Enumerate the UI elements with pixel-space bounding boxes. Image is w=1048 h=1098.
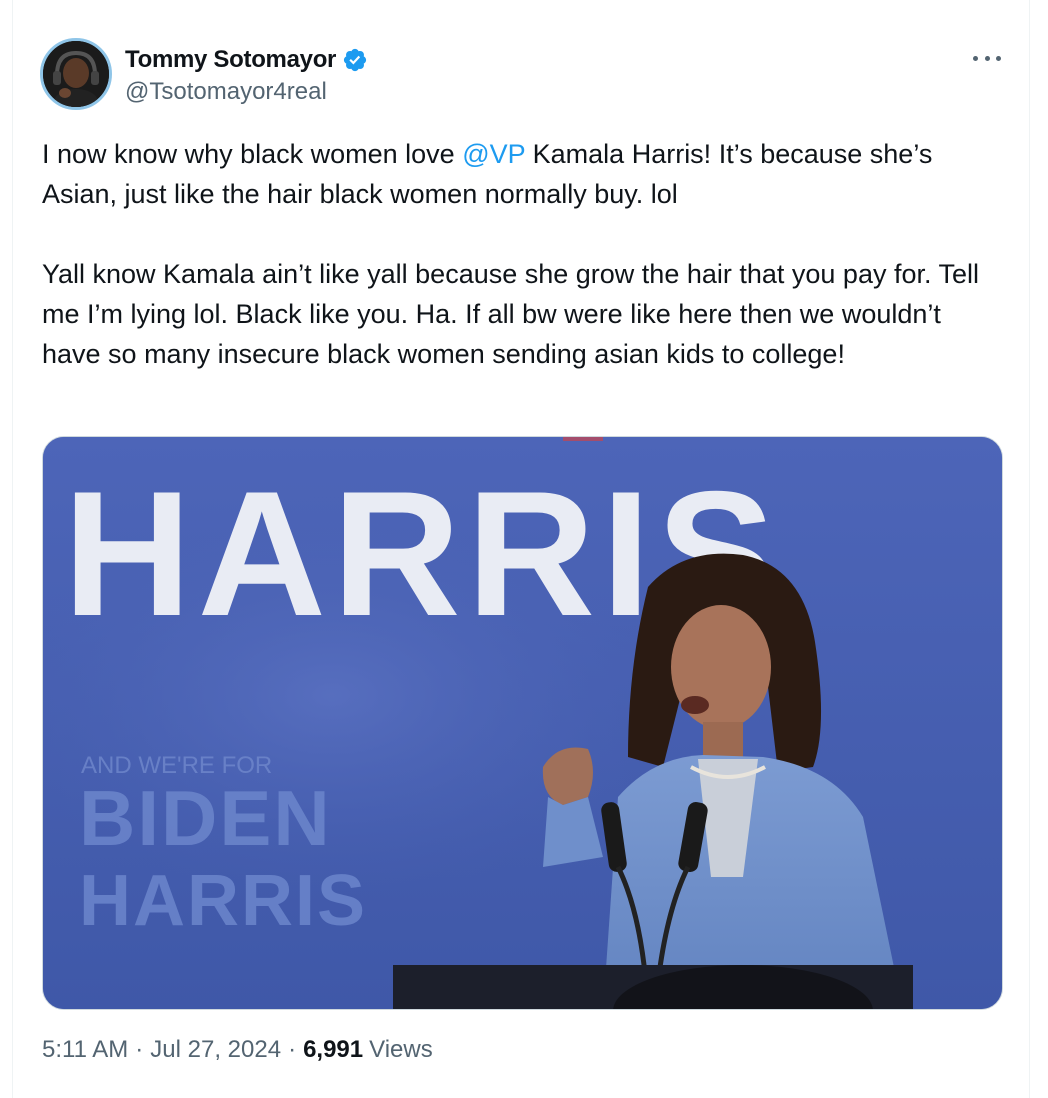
tweet-text: I now know why black women love @VP Kama… — [42, 134, 992, 374]
meta-separator: · — [288, 1036, 297, 1063]
avatar[interactable] — [40, 38, 112, 110]
tweet-date[interactable]: Jul 27, 2024 — [150, 1036, 281, 1064]
tweet-paragraph-2: Yall know Kamala ain’t like yall because… — [42, 259, 980, 369]
views-count: 6,991 — [303, 1036, 364, 1063]
verified-badge-icon[interactable] — [342, 47, 368, 73]
sign-small-top: BIDEN — [79, 774, 332, 862]
tweet-text-part: I now know why black women love — [42, 139, 463, 169]
author-name-row[interactable]: Tommy Sotomayor — [125, 44, 368, 76]
tweet-paragraph-1: I now know why black women love @VP Kama… — [42, 134, 992, 214]
sign-small-bottom: HARRIS — [79, 861, 367, 941]
tweet-meta: 5:11 AM · Jul 27, 2024 · 6,991 Views — [42, 1036, 433, 1064]
tweet-card[interactable]: Tommy Sotomayor @Tsotomayor4real I now k… — [12, 0, 1030, 1098]
author-handle[interactable]: @Tsotomayor4real — [125, 78, 327, 106]
tweet-time[interactable]: 5:11 AM — [42, 1036, 128, 1064]
more-options-icon[interactable] — [973, 48, 1001, 68]
avatar-image — [43, 41, 109, 107]
meta-separator: · — [135, 1036, 144, 1063]
tweet-media-photo[interactable]: HARRIS AND WE'RE FOR BIDEN HARRIS — [42, 436, 1003, 1010]
author-display-name[interactable]: Tommy Sotomayor — [125, 46, 336, 74]
mention-link[interactable]: @VP — [462, 139, 525, 169]
views-label: Views — [369, 1036, 433, 1063]
